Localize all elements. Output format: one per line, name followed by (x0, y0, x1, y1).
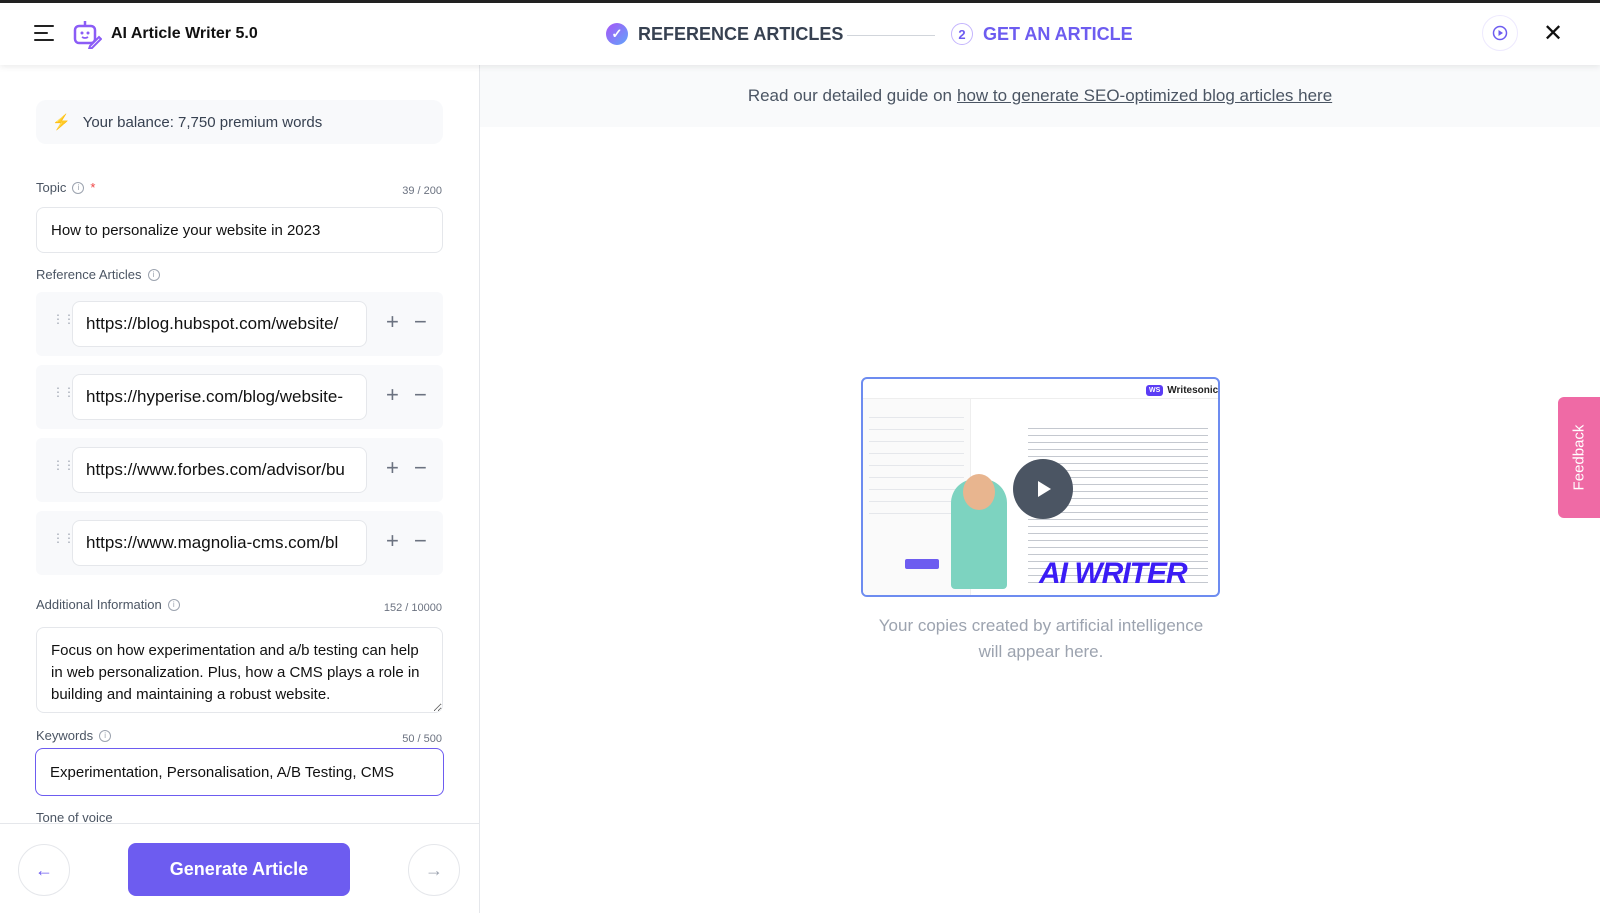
remove-reference-button[interactable]: − (414, 455, 427, 481)
drag-handle-icon[interactable]: ⋮⋮ (52, 313, 75, 325)
robot-writer-logo-icon (73, 21, 102, 49)
add-reference-button[interactable]: + (386, 382, 399, 408)
close-icon[interactable]: ✕ (1543, 19, 1563, 48)
brand-name: Writesonic (1167, 385, 1219, 396)
step-label: GET AN ARTICLE (983, 23, 1133, 44)
writesonic-badge: WS (1146, 385, 1164, 396)
reference-articles-label: Reference Articles i (36, 267, 160, 282)
guide-text: Read our detailed guide on (747, 86, 952, 105)
keywords-label: Keywords i (36, 728, 112, 743)
caption-line: Your copies created by artificial intell… (878, 616, 1204, 635)
video-overlay-title: AI WRITER 4.0 (1039, 557, 1188, 595)
step-get-an-article[interactable]: 2 GET AN ARTICLE (951, 23, 1133, 45)
guide-link[interactable]: how to generate SEO-optimized blog artic… (957, 86, 1332, 106)
reference-row: ⋮⋮ https://hyperise.com/blog/website- + … (36, 365, 443, 429)
drag-handle-icon[interactable]: ⋮⋮ (52, 386, 75, 398)
drag-handle-icon[interactable]: ⋮⋮ (52, 532, 75, 544)
additional-info-char-count: 152 / 10000 (383, 602, 442, 614)
step-reference-articles[interactable]: ✓ REFERENCE ARTICLES (606, 23, 843, 45)
additional-info-label-text: Additional Information (36, 597, 162, 612)
info-icon[interactable]: i (72, 181, 85, 194)
topic-label: Topic i * (36, 180, 95, 195)
required-asterisk: * (90, 180, 96, 195)
tutorial-video-thumbnail[interactable]: WS Writesonic AI WRITER 4.0 (861, 377, 1220, 597)
lightning-icon: ⚡ (52, 114, 71, 131)
next-button[interactable]: → (408, 844, 460, 896)
drag-handle-icon[interactable]: ⋮⋮ (52, 459, 75, 471)
add-reference-button[interactable]: + (386, 455, 399, 481)
topic-char-count: 39 / 200 (402, 185, 442, 197)
app-title: AI Article Writer 5.0 (111, 25, 258, 42)
reference-row: ⋮⋮ https://www.magnolia-cms.com/bl + − (36, 511, 443, 575)
reference-articles-label-text: Reference Articles (36, 267, 142, 282)
topic-input[interactable]: How to personalize your website in 2023 (36, 207, 443, 253)
form-footer: ← Generate Article → (0, 823, 479, 913)
reference-url-input[interactable]: https://blog.hubspot.com/website/ (72, 301, 367, 347)
feedback-label: Feedback (1570, 424, 1588, 491)
reference-url-input[interactable]: https://www.magnolia-cms.com/bl (72, 520, 367, 566)
balance-text: Your balance: 7,750 premium words (82, 113, 323, 131)
play-circle-icon (1492, 25, 1508, 41)
remove-reference-button[interactable]: − (414, 528, 427, 554)
article-form-panel: ⚡ Your balance: 7,750 premium words Topi… (0, 65, 480, 913)
step-number: 2 (951, 23, 973, 45)
remove-reference-button[interactable]: − (414, 382, 427, 408)
add-reference-button[interactable]: + (386, 309, 399, 335)
feedback-tab[interactable]: Feedback (1558, 397, 1600, 518)
info-icon[interactable]: i (147, 268, 160, 281)
topic-label-text: Topic (36, 180, 67, 195)
add-reference-button[interactable]: + (386, 528, 399, 554)
empty-state-caption: Your copies created by artificial intell… (780, 613, 1302, 665)
play-video-button[interactable] (1013, 459, 1073, 519)
person-face (963, 474, 995, 510)
reference-row: ⋮⋮ https://blog.hubspot.com/website/ + − (36, 292, 443, 356)
reference-url-input[interactable]: https://hyperise.com/blog/website- (72, 374, 367, 420)
step-connector (847, 35, 935, 36)
info-icon[interactable]: i (99, 729, 112, 742)
keywords-char-count: 50 / 500 (402, 733, 442, 745)
remove-reference-button[interactable]: − (414, 309, 427, 335)
additional-info-textarea[interactable]: Focus on how experimentation and a/b tes… (36, 627, 443, 713)
app-header: AI Article Writer 5.0 ✓ REFERENCE ARTICL… (0, 3, 1600, 65)
arrow-right-icon: → (425, 859, 443, 880)
output-panel: Read our detailed guide on how to genera… (480, 65, 1600, 913)
play-tutorial-button[interactable] (1482, 15, 1518, 51)
info-icon[interactable]: i (167, 598, 180, 611)
keywords-input[interactable]: Experimentation, Personalisation, A/B Te… (35, 748, 444, 796)
writesonic-brand: WS Writesonic (1146, 385, 1218, 396)
back-button[interactable]: ← (18, 844, 70, 896)
reference-row: ⋮⋮ https://www.forbes.com/advisor/bu + − (36, 438, 443, 502)
check-icon: ✓ (606, 23, 628, 45)
guide-banner: Read our detailed guide on how to genera… (480, 65, 1600, 127)
caption-line: will appear here. (978, 642, 1104, 661)
step-label: REFERENCE ARTICLES (638, 23, 844, 44)
reference-url-input[interactable]: https://www.forbes.com/advisor/bu (72, 447, 367, 493)
menu-icon[interactable] (34, 25, 54, 41)
generate-article-button[interactable]: Generate Article (128, 843, 350, 896)
arrow-left-icon: ← (35, 859, 53, 880)
keywords-label-text: Keywords (36, 728, 94, 743)
play-icon (1038, 481, 1051, 497)
balance-box: ⚡ Your balance: 7,750 premium words (36, 100, 443, 144)
additional-info-label: Additional Information i (36, 597, 180, 612)
